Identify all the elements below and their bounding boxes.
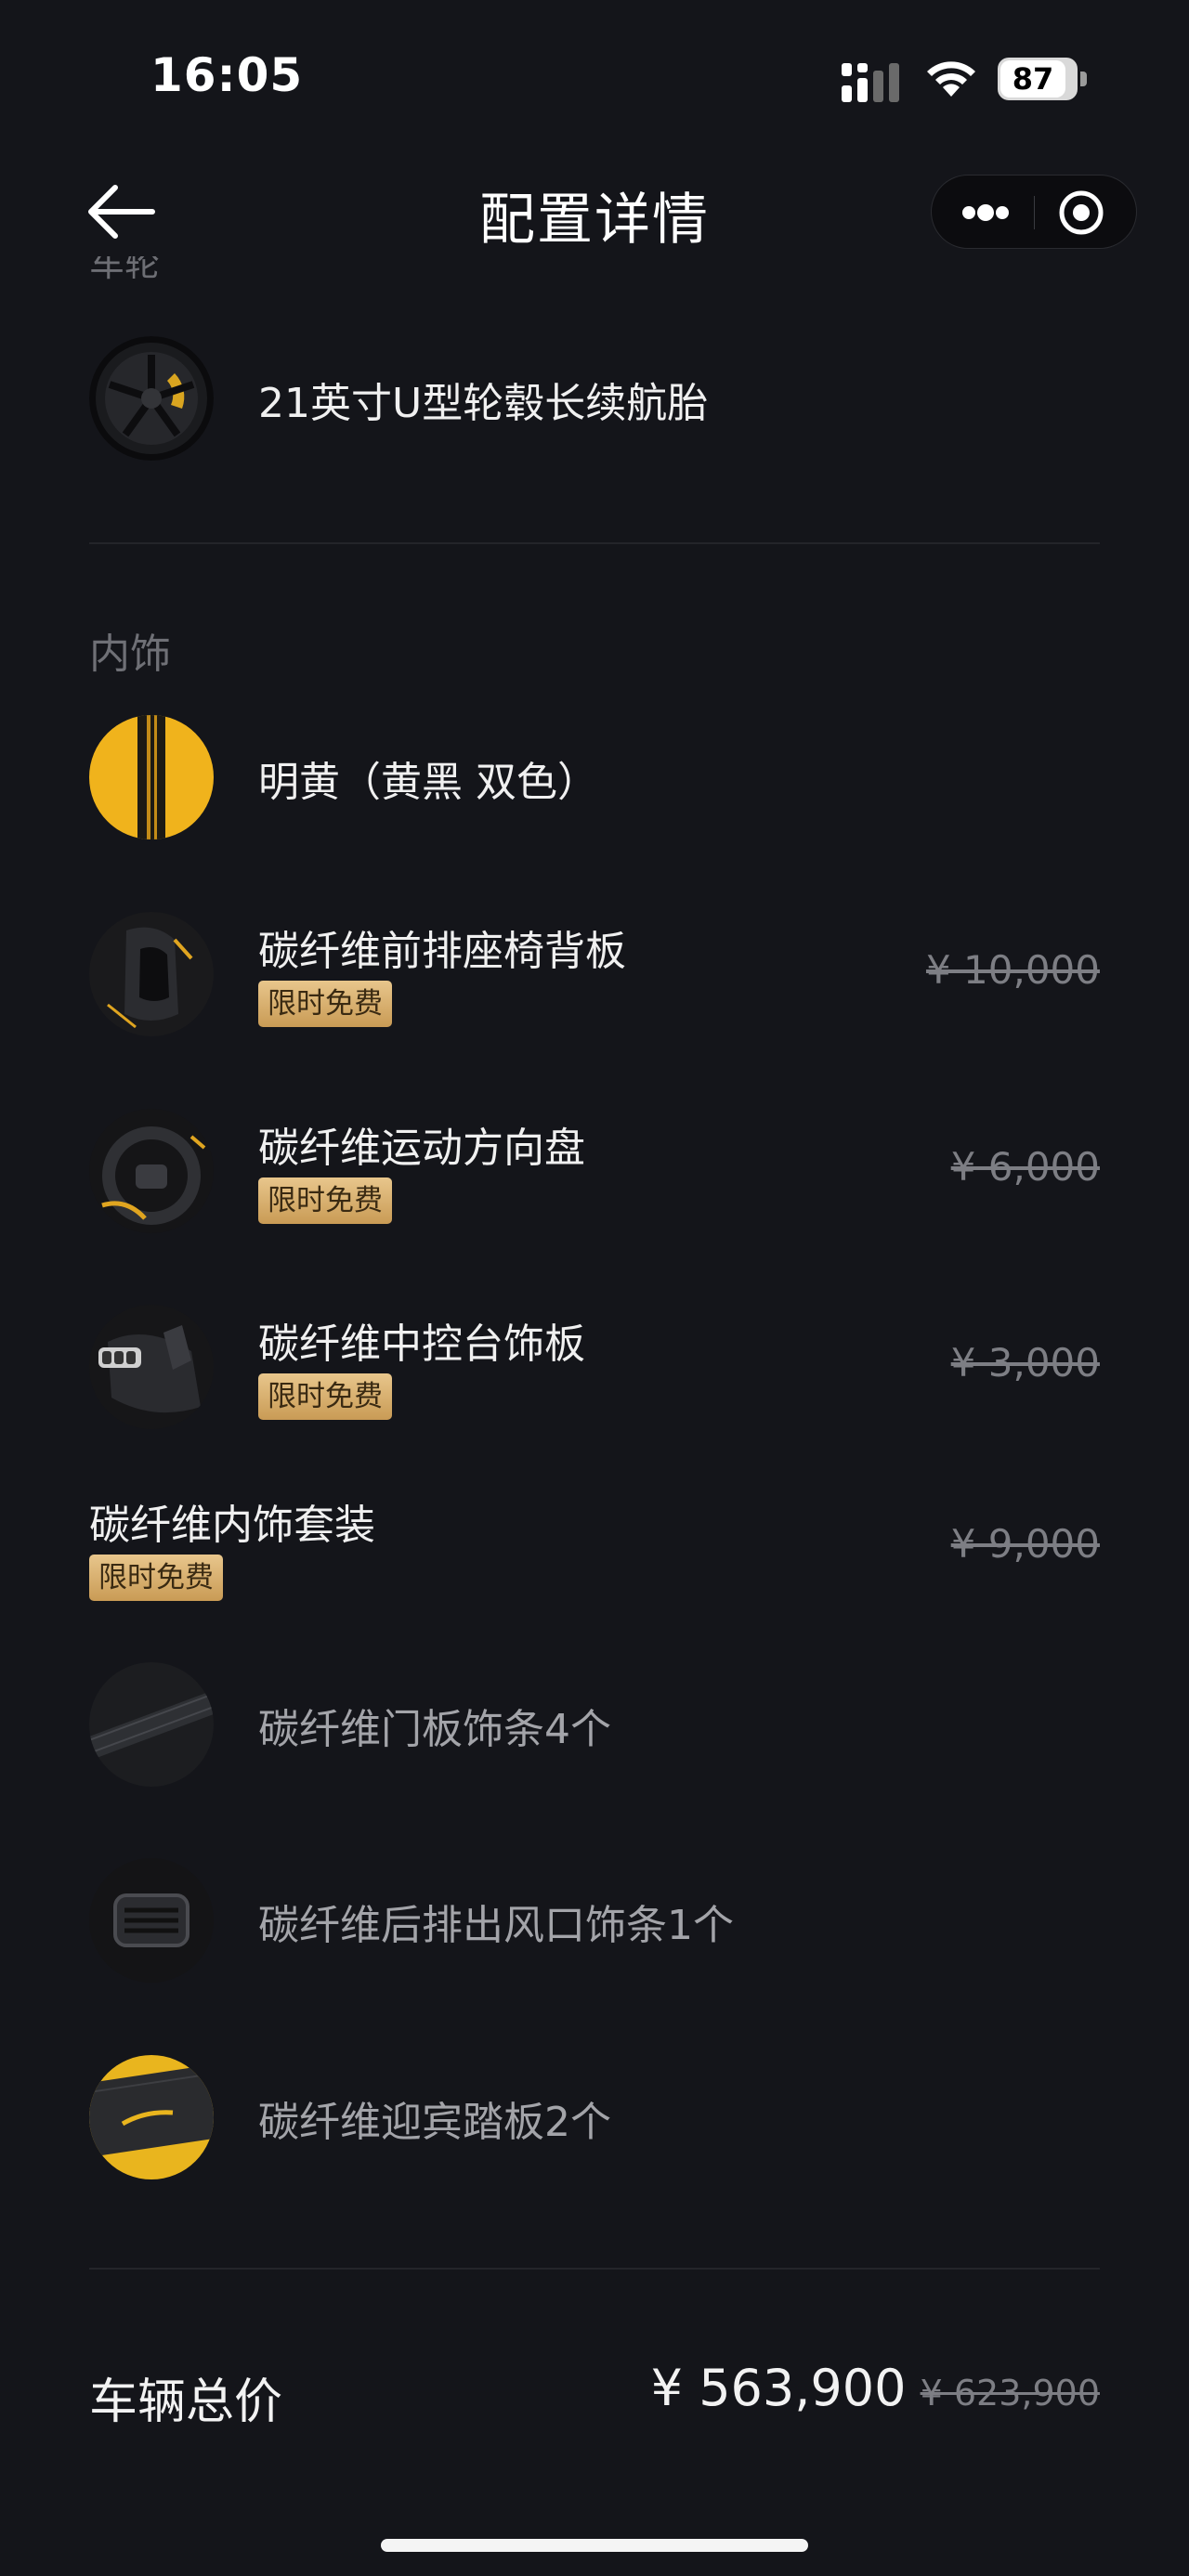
- package-content-name: 碳纤维门板饰条4个: [258, 1706, 611, 1753]
- wifi-icon: [927, 61, 975, 97]
- battery-level-text: 87: [1012, 61, 1054, 97]
- target-close-icon: [1059, 190, 1104, 235]
- battery-icon: 87: [998, 58, 1087, 100]
- free-badge: 限时免费: [258, 981, 392, 1027]
- package-content-name: 碳纤维迎宾踏板2个: [258, 2099, 611, 2146]
- status-time: 16:05: [150, 48, 304, 102]
- option-name: 碳纤维中控台饰板: [258, 1321, 585, 1368]
- seat-back-thumbnail: [89, 912, 214, 1036]
- interior-color-thumbnail: [89, 715, 214, 839]
- package-content-item: 碳纤维后排出风口饰条1个: [89, 1858, 1100, 1988]
- free-badge: 限时免费: [258, 1373, 392, 1420]
- package-name: 碳纤维内饰套装: [89, 1502, 375, 1549]
- close-mini-program-button[interactable]: [1035, 176, 1137, 250]
- interior-color-name: 明黄（黄黑 双色）: [258, 759, 598, 806]
- wheel-option-name: 21英寸U型轮毂长续航胎: [258, 380, 709, 427]
- option-name: 碳纤维前排座椅背板: [258, 928, 626, 975]
- interior-color-item[interactable]: 明黄（黄黑 双色）: [89, 715, 1100, 845]
- total-price-label: 车辆总价: [89, 2374, 283, 2430]
- status-bar: 16:05 87: [0, 0, 1189, 139]
- more-button[interactable]: [932, 176, 1034, 250]
- package-content-item: 碳纤维门板饰条4个: [89, 1662, 1100, 1792]
- wheels-section-label: 车轮: [89, 256, 161, 284]
- option-item-seat-back[interactable]: 碳纤维前排座椅背板 限时免费 ¥ 10,000: [89, 912, 1100, 1042]
- original-price: ¥ 10,000: [925, 947, 1100, 993]
- rear-vent-thumbnail: [89, 1858, 214, 1983]
- option-item-center-console[interactable]: 碳纤维中控台饰板 限时免费 ¥ 3,000: [89, 1305, 1100, 1435]
- mini-program-capsule: [931, 175, 1137, 249]
- wheel-thumbnail: [89, 336, 214, 461]
- original-price: ¥ 3,000: [950, 1340, 1100, 1386]
- option-name: 碳纤维运动方向盘: [258, 1125, 585, 1172]
- interior-section-label: 内饰: [89, 631, 171, 678]
- total-original-price: ¥ 623,900: [920, 2373, 1100, 2413]
- original-price: ¥ 6,000: [950, 1144, 1100, 1190]
- door-trim-thumbnail: [89, 1662, 214, 1787]
- package-content-item: 碳纤维迎宾踏板2个: [89, 2055, 1100, 2185]
- steering-wheel-thumbnail: [89, 1109, 214, 1233]
- center-console-thumbnail: [89, 1305, 214, 1429]
- section-divider: [89, 542, 1100, 544]
- sill-plate-thumbnail: [89, 2055, 214, 2179]
- total-current-price: ¥ 563,900: [650, 2359, 907, 2417]
- original-price: ¥ 9,000: [950, 1521, 1100, 1567]
- config-detail-page: 16:05 87 配置详情 车轮 21英寸U型轮毂长续航胎 内饰 明黄（黄黑 双…: [0, 0, 1189, 2576]
- home-indicator[interactable]: [381, 2539, 808, 2552]
- nav-bar: 配置详情: [0, 158, 1189, 260]
- free-badge: 限时免费: [89, 1555, 223, 1601]
- option-item-steering-wheel[interactable]: 碳纤维运动方向盘 限时免费 ¥ 6,000: [89, 1109, 1100, 1239]
- package-content-name: 碳纤维后排出风口饰条1个: [258, 1902, 734, 1949]
- more-dots-icon: [962, 204, 1009, 221]
- option-item-interior-package[interactable]: 碳纤维内饰套装 限时免费 ¥ 9,000: [89, 1486, 1100, 1616]
- wheel-option-item[interactable]: 21英寸U型轮毂长续航胎: [89, 336, 1100, 466]
- signal-icon: [842, 63, 899, 102]
- total-price: ¥ 563,900 ¥ 623,900: [651, 2359, 1100, 2417]
- section-divider: [89, 2268, 1100, 2270]
- free-badge: 限时免费: [258, 1177, 392, 1224]
